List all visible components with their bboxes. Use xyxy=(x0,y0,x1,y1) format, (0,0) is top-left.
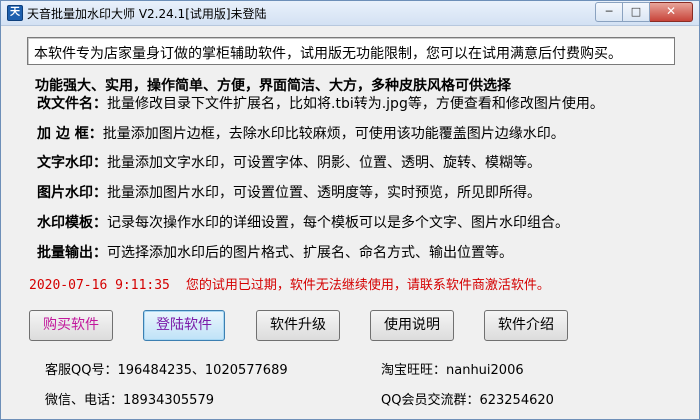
feature-rename: 改文件名：批量修改目录下文件扩展名，比如将.tbi转为.jpg等，方便查看和修改… xyxy=(37,93,604,113)
features-heading: 功能强大、实用，操作简单、方便，界面简洁、大方，多种皮肤风格可供选择 xyxy=(35,78,511,94)
login-button[interactable]: 登陆软件 xyxy=(143,310,225,341)
feature-name: 改文件名： xyxy=(37,96,107,112)
maximize-button[interactable]: □ xyxy=(623,2,650,22)
close-button[interactable]: ✕ xyxy=(650,2,693,22)
feature-text-watermark: 文字水印：批量添加文字水印，可设置字体、阴影、位置、透明、旋转、模糊等。 xyxy=(37,152,541,172)
feature-desc: 记录每次操作水印的详细设置，每个模板可以是多个文字、图片水印组合。 xyxy=(107,215,569,231)
title-bar[interactable]: 天 天音批量加水印大师 V2.24.1[试用版]未登陆 ─ □ ✕ xyxy=(1,1,699,26)
close-icon: ✕ xyxy=(665,4,677,18)
feature-desc: 批量添加图片边框，去除水印比较麻烦，可使用该功能覆盖图片边缘水印。 xyxy=(102,126,565,142)
contact-wangwang: 淘宝旺旺：nanhui2006 xyxy=(381,363,524,378)
status-datetime: 2020-07-16 9:11:35 xyxy=(29,278,170,293)
contact-qq-group: QQ会员交流群：623254620 xyxy=(381,393,554,408)
minimize-button[interactable]: ─ xyxy=(595,2,623,22)
feature-name: 水印模板： xyxy=(37,215,107,231)
window-controls: ─ □ ✕ xyxy=(595,2,693,22)
buy-button[interactable]: 购买软件 xyxy=(29,310,113,341)
notice-text: 本软件专为店家量身订做的掌柜辅助软件，试用版无功能限制，您可以在试用满意后付费购… xyxy=(34,46,622,62)
feature-name: 批量输出： xyxy=(37,245,107,261)
contact-qq: 客服QQ号：196484235、1020577689 xyxy=(45,363,288,378)
window-title: 天音批量加水印大师 V2.24.1[试用版]未登陆 xyxy=(27,7,267,21)
app-window: 天 天音批量加水印大师 V2.24.1[试用版]未登陆 ─ □ ✕ 本软件专为店… xyxy=(0,0,700,420)
trial-status: 2020-07-16 9:11:35 您的试用已过期，软件无法继续使用，请联系软件… xyxy=(29,274,550,293)
upgrade-button[interactable]: 软件升级 xyxy=(256,310,340,341)
feature-desc: 批量修改目录下文件扩展名，比如将.tbi转为.jpg等，方便查看和修改图片使用。 xyxy=(107,96,604,112)
maximize-icon: □ xyxy=(630,5,642,18)
notice-box: 本软件专为店家量身订做的掌柜辅助软件，试用版无功能限制，您可以在试用满意后付费购… xyxy=(27,37,675,65)
app-icon: 天 xyxy=(7,5,23,21)
feature-desc: 批量添加文字水印，可设置字体、阴影、位置、透明、旋转、模糊等。 xyxy=(107,155,541,171)
minimize-icon: ─ xyxy=(605,5,613,18)
status-message: 您的试用已过期，软件无法继续使用，请联系软件商激活软件。 xyxy=(185,278,550,293)
contact-wechat: 微信、电话：18934305579 xyxy=(45,393,214,408)
feature-image-watermark: 图片水印：批量添加图片水印，可设置位置、透明度等，实时预览，所见即所得。 xyxy=(37,182,541,202)
feature-desc: 批量添加图片水印，可设置位置、透明度等，实时预览，所见即所得。 xyxy=(107,185,541,201)
intro-button[interactable]: 软件介绍 xyxy=(484,310,568,341)
feature-template: 水印模板：记录每次操作水印的详细设置，每个模板可以是多个文字、图片水印组合。 xyxy=(37,212,569,232)
manual-button[interactable]: 使用说明 xyxy=(370,310,454,341)
feature-name: 文字水印： xyxy=(37,155,107,171)
feature-name: 图片水印： xyxy=(37,185,107,201)
feature-border: 加 边 框：批量添加图片边框，去除水印比较麻烦，可使用该功能覆盖图片边缘水印。 xyxy=(37,123,565,143)
feature-desc: 可选择添加水印后的图片格式、扩展名、命名方式、输出位置等。 xyxy=(107,245,513,261)
feature-batch-output: 批量输出：可选择添加水印后的图片格式、扩展名、命名方式、输出位置等。 xyxy=(37,242,513,262)
feature-name: 加 边 框： xyxy=(37,126,103,142)
